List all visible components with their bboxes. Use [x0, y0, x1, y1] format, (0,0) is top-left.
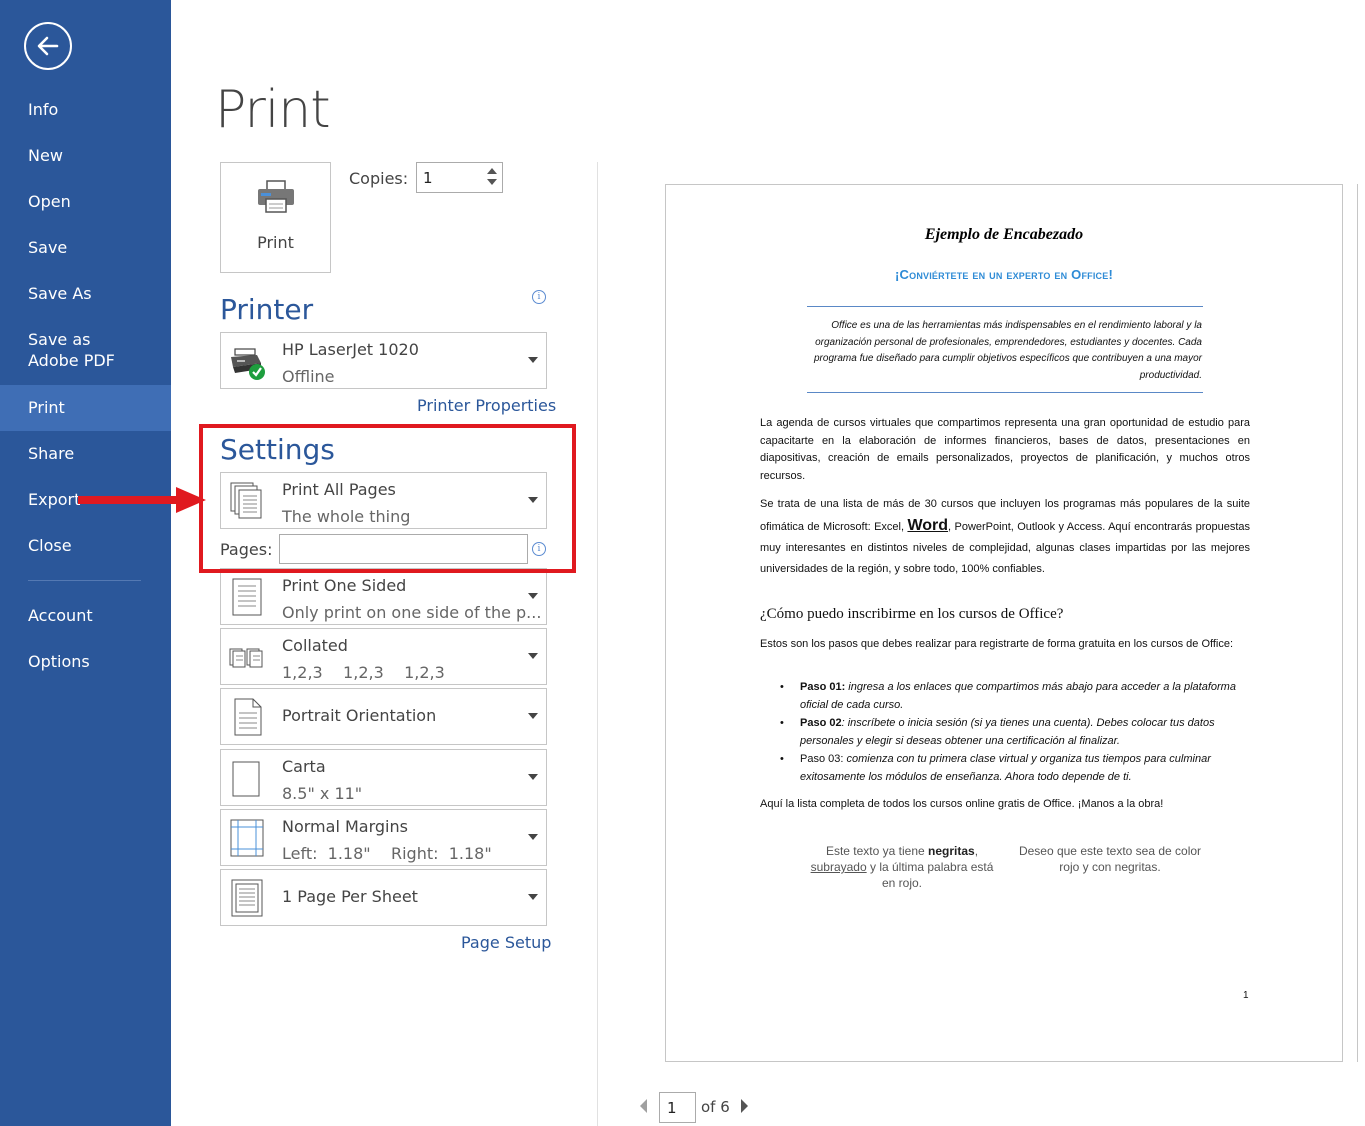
arrow-left-icon [37, 36, 59, 56]
settings-heading: Settings [220, 433, 335, 466]
margins-dropdown[interactable]: Normal Margins Left: 1.18" Right: 1.18" [220, 809, 547, 866]
doc-section-heading: ¿Cómo puedo inscribirme en los cursos de… [760, 606, 1064, 622]
doc-page-number: 1 [1243, 990, 1249, 1001]
chevron-down-icon [528, 713, 538, 719]
copies-spinner[interactable] [486, 166, 498, 190]
doc-heading: Ejemplo de Encabezado [924, 226, 1084, 243]
page-per-sheet-icon [231, 879, 263, 917]
paper-size-icon [232, 761, 260, 797]
collated-icon [229, 648, 263, 668]
one-sided-icon [232, 578, 262, 616]
doc-quote: Office es una de las herramientas más in… [814, 320, 1202, 381]
list-item: Paso 03: comienza con tu primera clase v… [760, 750, 1250, 786]
current-page-input[interactable] [659, 1092, 696, 1123]
print-button[interactable]: Print [220, 162, 331, 273]
nav-save[interactable]: Save [0, 225, 171, 271]
annotation-arrow [78, 487, 206, 513]
print-preview-page[interactable]: Ejemplo de Encabezado ¡Conviértete en un… [665, 184, 1343, 1062]
page-title: Print [215, 80, 331, 140]
doc-subheading: ¡Conviértete en un experto en Office! [895, 267, 1113, 282]
copies-label: Copies: [349, 169, 409, 188]
chevron-down-icon [528, 894, 538, 900]
back-button[interactable] [24, 22, 72, 70]
pages-label: Pages: [220, 540, 273, 559]
chevron-down-icon [528, 497, 538, 503]
nav-new[interactable]: New [0, 133, 171, 179]
nav-save-as-adobe-pdf[interactable]: Save as Adobe PDF [0, 317, 171, 385]
next-page-icon[interactable] [741, 1099, 748, 1113]
print-range-title: Print All Pages [282, 480, 396, 499]
orientation-dropdown[interactable]: Portrait Orientation [220, 688, 547, 745]
chevron-down-icon [528, 593, 538, 599]
chevron-down-icon [528, 834, 538, 840]
print-range-dropdown[interactable]: Print All Pages The whole thing [220, 472, 547, 529]
copies-stepper[interactable] [416, 162, 503, 193]
next-page-edge [1357, 184, 1365, 1062]
nav-close[interactable]: Close [0, 523, 171, 569]
doc-p2-word: Word [907, 517, 949, 534]
paper-size-title: Carta [282, 757, 326, 776]
printer-name: HP LaserJet 1020 [282, 340, 419, 359]
doc-rule-top [807, 306, 1203, 307]
nav-save-as[interactable]: Save As [0, 271, 171, 317]
pages-info-icon[interactable]: i [532, 542, 546, 556]
print-button-label: Print [257, 233, 294, 252]
collation-subtitle: 1,2,3 1,2,3 1,2,3 [282, 663, 445, 682]
chevron-down-icon [528, 653, 538, 659]
doc-textbox-2: Deseo que este texto sea de color rojo y… [1018, 844, 1202, 874]
panel-divider [597, 162, 598, 1126]
copies-down-icon[interactable] [487, 179, 497, 185]
pages-stack-icon [230, 482, 262, 519]
list-item: Paso 01: ingresa a los enlaces que compa… [760, 678, 1250, 714]
nav-info[interactable]: Info [0, 87, 171, 133]
pages-input[interactable] [279, 534, 528, 564]
margins-title: Normal Margins [282, 817, 408, 836]
pages-per-sheet-title: 1 Page Per Sheet [282, 887, 418, 906]
nav-options[interactable]: Options [0, 639, 171, 685]
nav-open[interactable]: Open [0, 179, 171, 225]
doc-paragraph-1: La agenda de cursos virtuales que compar… [760, 417, 1250, 482]
previous-page-icon[interactable] [640, 1099, 647, 1113]
collation-dropdown[interactable]: Collated 1,2,3 1,2,3 1,2,3 [220, 628, 547, 685]
nav-account[interactable]: Account [0, 593, 171, 639]
doc-step-list: Paso 01: ingresa a los enlaces que compa… [760, 678, 1250, 786]
nav-separator [0, 569, 171, 593]
copies-up-icon[interactable] [487, 168, 497, 174]
page-setup-link[interactable]: Page Setup [461, 933, 551, 952]
paper-size-subtitle: 8.5" x 11" [282, 784, 363, 803]
doc-paragraph-2: Se trata de una lista de más de 30 curso… [760, 494, 1250, 580]
doc-paragraph-3: Estos son los pasos que debes realizar p… [760, 638, 1234, 650]
nav-print[interactable]: Print [0, 385, 171, 431]
collation-title: Collated [282, 636, 348, 655]
backstage-nav: Info New Open Save Save As Save as Adobe… [0, 87, 171, 685]
orientation-title: Portrait Orientation [282, 706, 437, 725]
backstage-sidebar: Info New Open Save Save As Save as Adobe… [0, 0, 171, 1126]
sides-title: Print One Sided [282, 576, 407, 595]
printer-info-icon[interactable]: i [532, 290, 546, 304]
sides-dropdown[interactable]: Print One Sided Only print on one side o… [220, 568, 547, 625]
chevron-down-icon [528, 774, 538, 780]
paper-size-dropdown[interactable]: Carta 8.5" x 11" [220, 749, 547, 806]
chevron-down-icon [528, 357, 538, 363]
margins-icon [230, 819, 264, 857]
print-range-subtitle: The whole thing [282, 507, 411, 526]
portrait-page-icon [234, 698, 262, 736]
list-item: Paso 02: inscríbete o inicia sesión (si … [760, 714, 1250, 750]
sides-subtitle: Only print on one side of the p... [282, 603, 542, 622]
page-total: of 6 [701, 1098, 730, 1116]
printer-status: Offline [282, 367, 335, 386]
printer-dropdown[interactable]: HP LaserJet 1020 Offline [220, 332, 547, 389]
printer-properties-link[interactable]: Printer Properties [417, 396, 556, 415]
printer-ready-icon [231, 348, 265, 380]
doc-textbox-1: Este texto ya tiene negritas, subrayado … [810, 844, 994, 890]
margins-subtitle: Left: 1.18" Right: 1.18" [282, 844, 492, 863]
printer-icon [257, 180, 294, 213]
copies-input[interactable] [417, 163, 479, 192]
nav-share[interactable]: Share [0, 431, 171, 477]
pages-per-sheet-dropdown[interactable]: 1 Page Per Sheet [220, 869, 547, 926]
doc-paragraph-4: Aquí la lista completa de todos los curs… [760, 798, 1164, 810]
doc-rule-bottom [807, 392, 1203, 393]
printer-heading: Printer [220, 293, 314, 326]
